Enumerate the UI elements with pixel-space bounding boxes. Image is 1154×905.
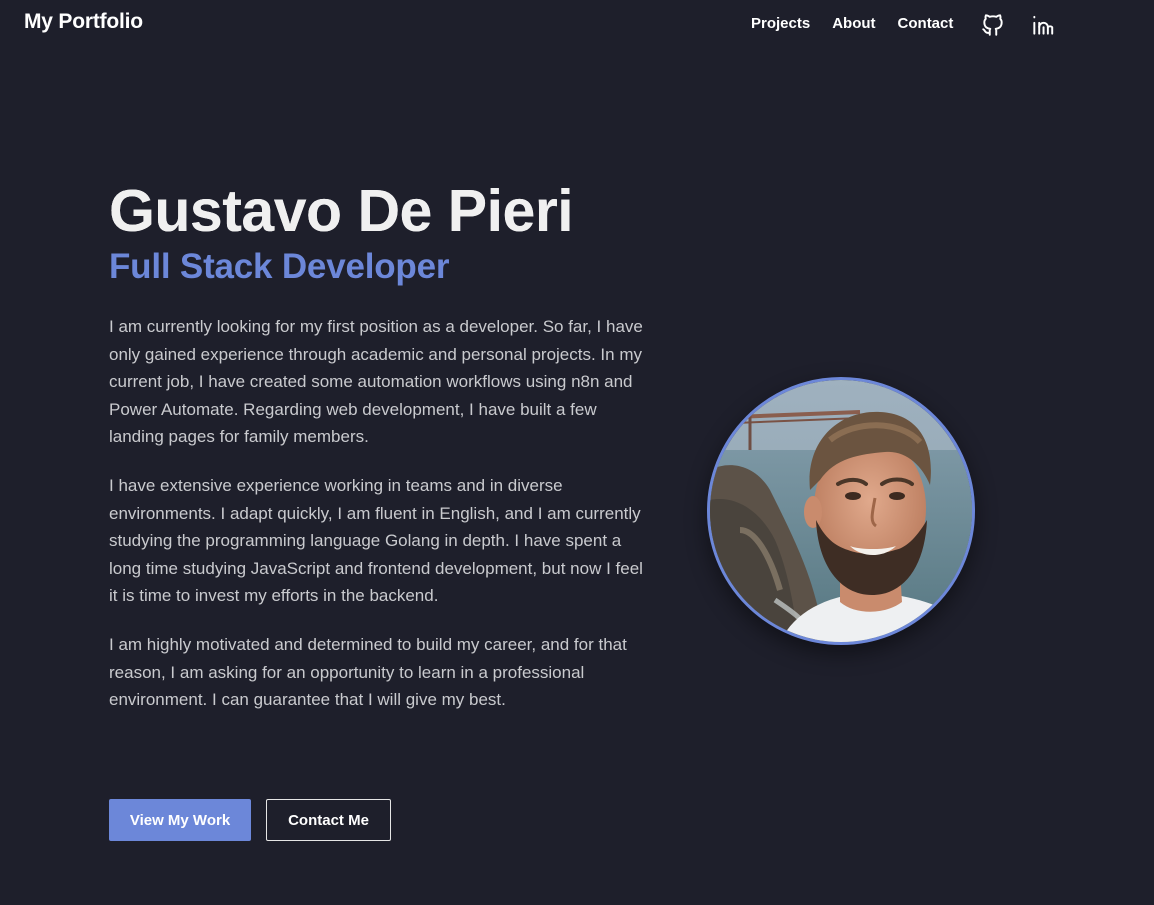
nav-link-about[interactable]: About [832, 15, 875, 32]
brand-logo[interactable]: My Portfolio [24, 10, 143, 34]
site-header: My Portfolio Projects About Contact [0, 0, 1154, 50]
contact-me-button[interactable]: Contact Me [266, 799, 391, 841]
github-link[interactable] [980, 12, 1006, 38]
nav-link-contact[interactable]: Contact [898, 15, 954, 32]
linkedin-icon [1033, 15, 1054, 35]
hero-actions: View My Work Contact Me [109, 799, 391, 841]
intro-paragraph-3: I am highly motivated and determined to … [109, 634, 627, 710]
profile-photo [707, 377, 975, 645]
hero-role: Full Stack Developer [109, 247, 450, 286]
profile-photo-image [710, 380, 972, 642]
social-links [980, 12, 1080, 38]
intro-paragraph-2: I have extensive experience working in t… [109, 475, 643, 606]
view-my-work-button[interactable]: View My Work [109, 799, 251, 841]
intro-paragraph-1: I am currently looking for my first posi… [109, 317, 643, 447]
main-nav: Projects About Contact [751, 15, 953, 32]
hero-section: Gustavo De Pieri Full Stack Developer I … [109, 178, 659, 714]
portfolio-page: My Portfolio Projects About Contact Gust… [0, 0, 1154, 905]
nav-link-projects[interactable]: Projects [751, 15, 810, 32]
linkedin-link[interactable] [1030, 12, 1056, 38]
hero-name: Gustavo De Pieri [109, 178, 659, 244]
github-icon [982, 14, 1003, 36]
